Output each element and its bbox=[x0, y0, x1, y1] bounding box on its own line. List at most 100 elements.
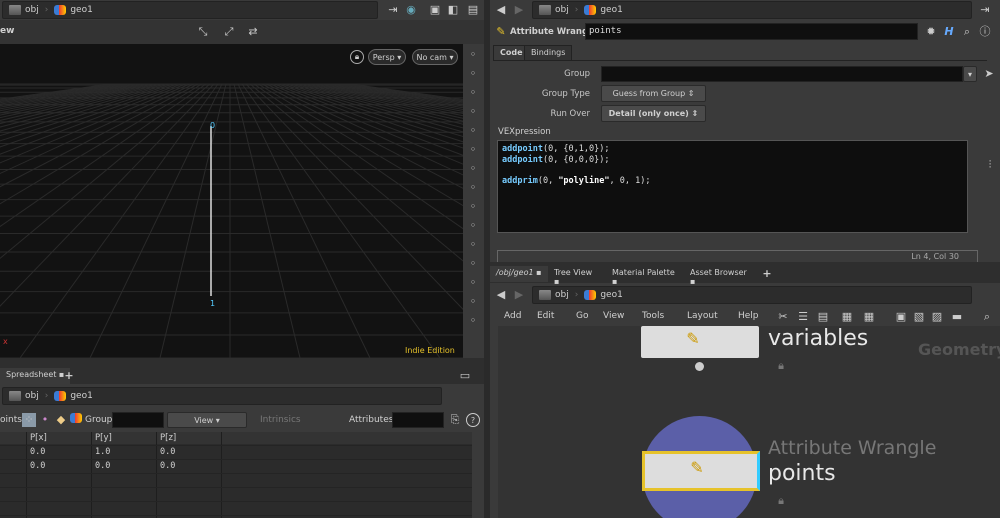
forward-icon[interactable]: ▶ bbox=[512, 288, 526, 302]
output-connector[interactable] bbox=[695, 362, 704, 371]
spreadsheet-path[interactable]: obj › geo1 bbox=[2, 387, 442, 405]
ghost-icon[interactable]: ◦ bbox=[466, 219, 480, 233]
handle-tool-icon[interactable]: ⇄ bbox=[246, 25, 260, 39]
cube-icon[interactable]: ▣ bbox=[428, 3, 442, 17]
forward-icon[interactable]: ▶ bbox=[512, 3, 526, 17]
render-icon[interactable]: ◦ bbox=[466, 238, 480, 252]
menu-layout[interactable]: Layout bbox=[687, 311, 718, 321]
grid-color-icon[interactable]: ▦ bbox=[840, 310, 854, 324]
ortho-icon[interactable]: ◦ bbox=[466, 257, 480, 271]
bone-icon[interactable]: ◦ bbox=[466, 143, 480, 157]
display-icon[interactable]: ◦ bbox=[466, 200, 480, 214]
vertices-icon[interactable]: • bbox=[38, 413, 52, 427]
group-input[interactable] bbox=[112, 412, 164, 428]
points-icon[interactable]: ⁘ bbox=[22, 413, 36, 427]
wrangle-node-icon[interactable]: ✎ bbox=[494, 25, 508, 39]
crumb-obj[interactable]: obj bbox=[9, 391, 39, 401]
handle-icon[interactable]: ◦ bbox=[466, 86, 480, 100]
select-arrow-icon[interactable]: ➤ bbox=[982, 67, 996, 81]
sticky-note-icon[interactable]: ▧ bbox=[912, 310, 926, 324]
detail-icon[interactable] bbox=[69, 413, 83, 427]
wire-icon[interactable]: ◦ bbox=[466, 276, 480, 290]
camera-icon[interactable]: ◧ bbox=[446, 3, 460, 17]
back-icon[interactable]: ◀ bbox=[494, 288, 508, 302]
help-icon[interactable]: ? bbox=[466, 413, 480, 427]
column-header[interactable]: P[z] bbox=[160, 433, 176, 443]
crumb-geo[interactable]: geo1 bbox=[584, 290, 623, 300]
menu-add[interactable]: Add bbox=[504, 311, 521, 321]
menu-view[interactable]: View bbox=[603, 311, 624, 321]
tab-bindings[interactable]: Bindings bbox=[524, 45, 573, 61]
back-icon[interactable]: ◀ bbox=[494, 3, 508, 17]
help-h-icon[interactable]: H bbox=[942, 25, 956, 39]
tab-asset-browser[interactable]: Asset Browser ▪ bbox=[684, 266, 758, 286]
copy-icon[interactable]: ⎘ bbox=[448, 413, 462, 427]
tab-obj-geo1[interactable]: /obj/geo1 ▪ bbox=[490, 266, 548, 282]
select-tool-icon[interactable]: ⤡ bbox=[196, 25, 210, 39]
persp-dropdown[interactable]: Persp ▾ bbox=[368, 49, 406, 65]
node-variables[interactable] bbox=[641, 326, 759, 358]
view-tool-icon[interactable]: ◦ bbox=[466, 48, 480, 62]
tab-material-palette[interactable]: Material Palette ▪ bbox=[606, 266, 684, 286]
select-icon[interactable]: ◦ bbox=[466, 67, 480, 81]
search-icon[interactable]: ⌕ bbox=[960, 25, 974, 39]
crumb-obj[interactable]: obj bbox=[539, 5, 569, 15]
column-header[interactable]: P[y] bbox=[95, 433, 112, 443]
pin-icon[interactable]: ⇥ bbox=[386, 3, 400, 17]
menu-edit[interactable]: Edit bbox=[537, 311, 554, 321]
view-dropdown[interactable]: View ▾ bbox=[167, 412, 247, 428]
tools-icon[interactable]: ✂ bbox=[776, 310, 790, 324]
menu-help[interactable]: Help bbox=[738, 311, 759, 321]
vertical-divider[interactable] bbox=[484, 0, 490, 518]
network-box-icon[interactable]: ▣ bbox=[894, 310, 908, 324]
snap-icon[interactable]: ◦ bbox=[466, 162, 480, 176]
move-tool-icon[interactable]: ⤢ bbox=[222, 25, 236, 39]
info-icon[interactable]: ⓘ bbox=[978, 25, 992, 39]
column-header[interactable]: P[x] bbox=[30, 433, 47, 443]
path-breadcrumb[interactable]: obj › geo1 bbox=[2, 1, 378, 19]
add-tab-icon[interactable]: + bbox=[62, 369, 76, 383]
path-breadcrumb[interactable]: obj › geo1 bbox=[532, 1, 972, 19]
channel-icon[interactable]: ⫶ bbox=[983, 158, 997, 172]
pin-icon[interactable]: ⇥ bbox=[978, 3, 992, 17]
tab-spreadsheet[interactable]: Spreadsheet ▪ bbox=[0, 368, 71, 384]
attributes-input[interactable] bbox=[392, 412, 444, 428]
intrinsics-dropdown[interactable]: Intrinsics bbox=[260, 415, 301, 425]
group-dropdown-icon[interactable]: ▾ bbox=[963, 66, 977, 82]
camera-dropdown[interactable]: No cam ▾ bbox=[412, 49, 458, 65]
crumb-geo[interactable]: geo1 bbox=[584, 5, 623, 15]
viewport[interactable]: x 0 1 🔒︎ Persp ▾ No cam ▾ Indie Edition bbox=[0, 44, 463, 358]
grid-icon[interactable]: ▦ bbox=[862, 310, 876, 324]
crumb-geo[interactable]: geo1 bbox=[54, 391, 93, 401]
crumb-geo[interactable]: geo1 bbox=[54, 5, 93, 15]
vex-code-editor[interactable]: addpoint(0, {0,1,0}); addpoint(0, {0,0,0}… bbox=[497, 140, 968, 233]
pane-divider[interactable] bbox=[0, 358, 484, 368]
node-name-input[interactable]: points bbox=[585, 23, 918, 40]
pane-menu-icon[interactable]: ▭ bbox=[458, 369, 472, 383]
path-breadcrumb[interactable]: obj › geo1 bbox=[532, 286, 972, 304]
add-tab-icon[interactable]: + bbox=[760, 267, 774, 281]
display-icon[interactable]: ▤ bbox=[466, 3, 480, 17]
search-icon[interactable]: ⌕ bbox=[980, 310, 994, 324]
primitives-icon[interactable]: ◆ bbox=[54, 413, 68, 427]
measure-icon[interactable]: ◦ bbox=[466, 295, 480, 309]
crumb-obj[interactable]: obj bbox=[539, 290, 569, 300]
link-icon[interactable]: ◉ bbox=[404, 3, 418, 17]
group-input[interactable] bbox=[601, 66, 963, 82]
crumb-obj[interactable]: obj bbox=[9, 5, 39, 15]
menu-go[interactable]: Go bbox=[576, 311, 588, 321]
lock-camera-icon[interactable]: 🔒︎ bbox=[350, 50, 364, 64]
menu-tools[interactable]: Tools bbox=[642, 311, 664, 321]
list-icon[interactable]: ▤ bbox=[816, 310, 830, 324]
network-editor[interactable]: ✎ variables 🔒︎ Geometry ✎ Attribute Wran… bbox=[498, 326, 1000, 518]
points-display-icon[interactable]: ◦ bbox=[466, 314, 480, 328]
group-type-dropdown[interactable]: Guess from Group ⇕ bbox=[601, 85, 706, 102]
run-over-dropdown[interactable]: Detail (only once) ⇕ bbox=[601, 105, 706, 122]
gear-icon[interactable]: ✹ bbox=[924, 25, 938, 39]
tree-icon[interactable]: ☰ bbox=[796, 310, 810, 324]
tab-tree-view[interactable]: Tree View ▪ bbox=[548, 266, 606, 286]
pose-icon[interactable]: ◦ bbox=[466, 105, 480, 119]
subnet-icon[interactable]: ▬ bbox=[950, 310, 964, 324]
light-icon[interactable]: ◦ bbox=[466, 124, 480, 138]
image-icon[interactable]: ▨ bbox=[930, 310, 944, 324]
